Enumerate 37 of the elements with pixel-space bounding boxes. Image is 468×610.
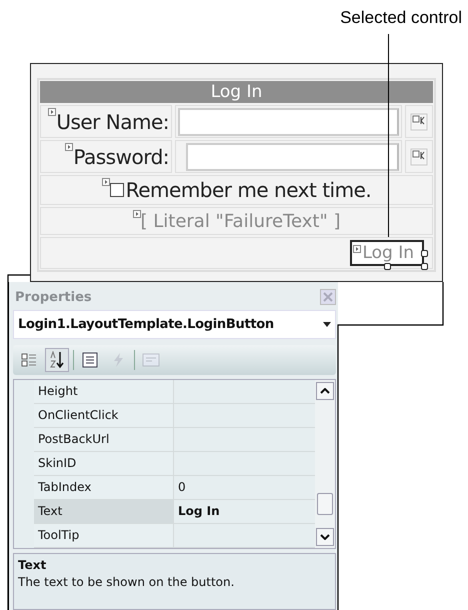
validator-icon: [410, 148, 428, 166]
dropdown-caret-icon: [323, 322, 331, 328]
panel-title: Properties: [15, 290, 92, 305]
lightning-icon: [111, 352, 125, 368]
field-label: User Name:: [56, 110, 169, 134]
scroll-thumb[interactable]: [317, 492, 333, 515]
property-list-icon: [82, 352, 98, 368]
smart-tag-icon[interactable]: [102, 178, 110, 186]
scroll-down-button[interactable]: [316, 528, 334, 546]
property-value[interactable]: 0: [174, 476, 315, 499]
field-label: Password:: [73, 144, 169, 168]
scroll-up-button[interactable]: [316, 382, 334, 400]
chevron-down-icon: [320, 534, 330, 540]
scrollbar[interactable]: [315, 380, 335, 548]
text-field[interactable]: [178, 108, 399, 136]
smart-tag-icon[interactable]: [65, 143, 74, 151]
categorized-icon: [21, 352, 37, 368]
chevron-up-icon: [320, 388, 330, 394]
checkbox-label: Remember me next time.: [126, 178, 372, 202]
validator-icon: [410, 112, 428, 130]
smart-tag-icon[interactable]: [353, 245, 362, 253]
text-field[interactable]: [186, 142, 399, 170]
sort-az-icon: [49, 350, 65, 369]
callout-label: Selected control: [340, 8, 462, 28]
smart-tag-icon[interactable]: [48, 108, 56, 116]
property-value[interactable]: Log In: [174, 500, 315, 523]
description-text: The text to be shown on the button.: [18, 574, 236, 589]
resize-handle[interactable]: [384, 263, 391, 270]
object-dropdown[interactable]: Login1.LayoutTemplate.LoginButton: [13, 310, 336, 339]
toolbar-button[interactable]: [45, 348, 69, 372]
property-pages-icon: [142, 352, 160, 368]
login-title: Log In: [40, 81, 433, 103]
checkbox[interactable]: [110, 183, 124, 197]
property-name[interactable]: Text: [34, 500, 174, 523]
smart-tag-icon[interactable]: [132, 210, 140, 218]
description-title: Text: [18, 558, 48, 572]
close-icon: [323, 292, 333, 302]
